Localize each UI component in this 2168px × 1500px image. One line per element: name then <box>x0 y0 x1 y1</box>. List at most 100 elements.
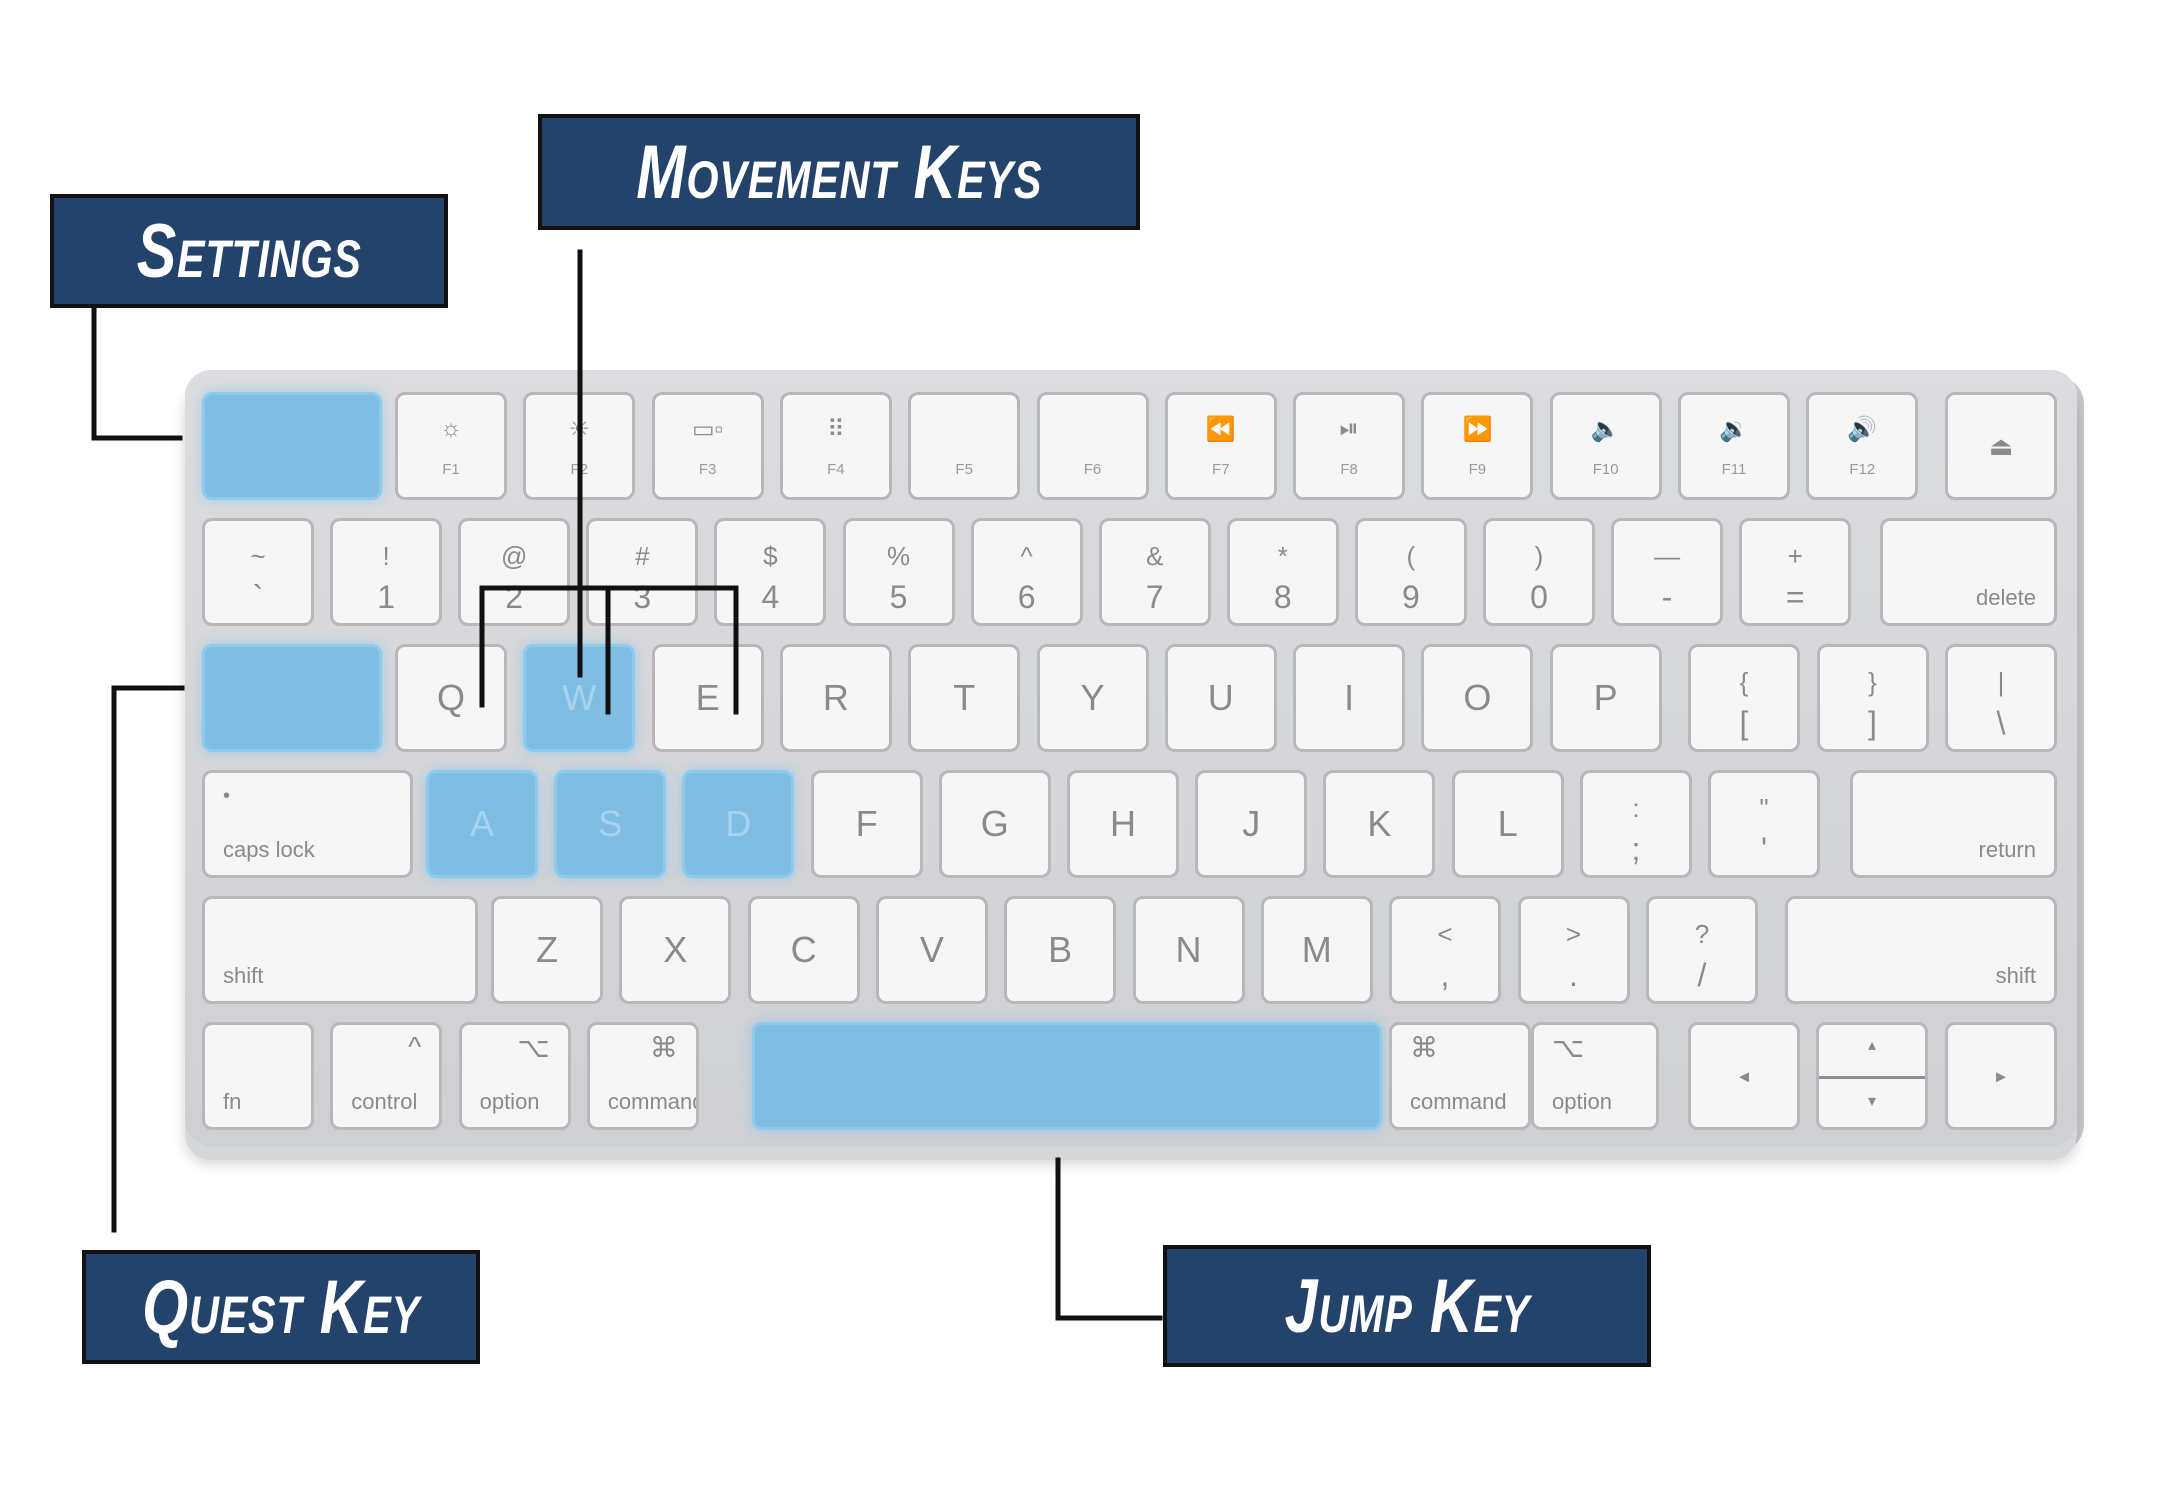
quote-key: " ' <box>1708 770 1820 878</box>
eject-icon: ⏏ <box>1988 431 2014 461</box>
function-key-f9: ⏩ F9 <box>1421 392 1534 500</box>
eject-key: ⏏ <box>1945 392 2057 500</box>
letter-key-v: V <box>875 896 988 1004</box>
command-symbol: ⌘ <box>649 1032 678 1063</box>
number-key-bottom-symbol: 0 <box>1530 579 1548 615</box>
number-key-top-symbol: ~ <box>250 541 266 571</box>
function-key-f1: ☼ F1 <box>395 392 507 500</box>
return-key-label: return <box>1978 837 2036 862</box>
function-key-f7: ⏪ F7 <box>1164 392 1277 500</box>
punct-key-bottom-symbol: ' <box>1760 831 1768 867</box>
period-key: >. <box>1517 896 1630 1004</box>
letter-key-label: Y <box>1080 677 1105 718</box>
number-key-5: % 5 <box>842 518 955 626</box>
command-label: command <box>607 1089 699 1114</box>
option-symbol: ⌥ <box>1552 1032 1585 1063</box>
letter-key-label: U <box>1207 677 1234 718</box>
function-key-label: F11 <box>1721 461 1747 478</box>
letter-key-q: Q <box>395 644 507 752</box>
letter-key-j: J <box>1195 770 1308 878</box>
arrow-left-key: ◂ <box>1688 1022 1800 1130</box>
bracket-key-1: {[ <box>1688 644 1800 752</box>
mute-icon: 🔈 <box>1590 416 1621 443</box>
option-key-left: ⌥ option <box>458 1022 571 1130</box>
shift-right-label: shift <box>1995 963 2036 988</box>
letter-key-z: Z <box>491 896 603 1004</box>
number-key-top-symbol: @ <box>500 541 528 571</box>
letter-key-label: J <box>1242 803 1261 844</box>
number-key-bottom-symbol: 3 <box>633 579 652 615</box>
letter-key-label: L <box>1497 803 1518 844</box>
letter-key-e: E <box>651 644 764 752</box>
function-key-f8: ⏯ F8 <box>1293 392 1406 500</box>
function-key-f4: ⠿ F4 <box>779 392 892 500</box>
letter-key-label: W <box>562 677 597 718</box>
delete-key: delete <box>1880 518 2057 626</box>
comma-key: <, <box>1389 896 1501 1004</box>
function-key-label: F8 <box>1340 461 1358 478</box>
punct-key-top-symbol: : <box>1632 793 1640 823</box>
number-key-top-symbol: $ <box>763 541 778 571</box>
command-key-right: ⌘ command <box>1389 1022 1531 1130</box>
letter-key-a: A <box>426 770 538 878</box>
function-key-f2: ☀ F2 <box>523 392 636 500</box>
function-key-label: F7 <box>1212 461 1230 478</box>
letter-key-label: B <box>1048 929 1073 970</box>
option-label: option <box>1552 1089 1612 1114</box>
punct-key-bottom-symbol: / <box>1697 957 1707 993</box>
arrow-right-key: ▸ <box>1945 1022 2057 1130</box>
tab-key <box>202 644 382 752</box>
arrow-down-icon: ▾ <box>1819 1076 1925 1127</box>
arrow-up-icon: ▴ <box>1867 1037 1877 1054</box>
letter-key-d: D <box>682 770 795 878</box>
delete-key-label: delete <box>1976 585 2036 610</box>
settings-leader-line <box>91 307 183 441</box>
letter-key-label: O <box>1463 677 1492 718</box>
arrow-up-down-key: ▴ ▾ <box>1816 1022 1928 1130</box>
function-key-f12: 🔊 F12 <box>1806 392 1919 500</box>
letter-key-label: F <box>855 803 878 844</box>
letter-key-i: I <box>1293 644 1406 752</box>
punct-key-bottom-symbol: ; <box>1631 831 1641 867</box>
number-key-8: * 8 <box>1226 518 1339 626</box>
function-key-label: F10 <box>1592 461 1619 478</box>
keyboard-controls-diagram: ☼ F1 ☀ F2 ▭▫ F3 ⠿ F4 F5 F6 ⏪ F7 ⏯ F8 ⏩ F9 🔈 F10 🔉 F11 🔊 F12 ⏏… <box>0 0 2168 1500</box>
jump-leader-line <box>1055 1157 1163 1321</box>
letter-key-label: C <box>790 929 817 970</box>
letter-key-f: F <box>810 770 923 878</box>
number-key-top-symbol: # <box>635 541 650 571</box>
bracket-key-2: }] <box>1816 644 1929 752</box>
punct-key-top-symbol: " <box>1759 793 1769 823</box>
number-key-top-symbol: + <box>1787 541 1803 571</box>
arrow-right-icon: ▸ <box>1995 1065 2007 1088</box>
letter-key-label: H <box>1110 803 1136 844</box>
number-key-1: ! 1 <box>330 518 443 626</box>
letter-key-y: Y <box>1036 644 1149 752</box>
letter-key-r: R <box>779 644 892 752</box>
number-key-bottom-symbol: 2 <box>505 579 524 615</box>
function-key-label: F1 <box>442 461 460 478</box>
function-key-f11: 🔉 F11 <box>1678 392 1790 500</box>
letter-key-label: I <box>1344 677 1355 718</box>
rewind-icon: ⏪ <box>1205 416 1236 443</box>
function-key-label: F5 <box>955 461 973 478</box>
letter-key-x: X <box>619 896 732 1004</box>
command-symbol: ⌘ <box>1410 1032 1438 1063</box>
letter-key-label: M <box>1301 929 1332 970</box>
function-key-label: F4 <box>827 461 845 478</box>
punct-key-bottom-symbol: . <box>1569 957 1578 993</box>
number-key-9: (9 <box>1354 518 1467 626</box>
fn-key-left: fn <box>202 1022 314 1130</box>
letter-key-u: U <box>1164 644 1277 752</box>
bracket-key-bottom-symbol: ] <box>1868 705 1877 741</box>
function-key-label: F3 <box>698 461 717 478</box>
letter-key-label: Q <box>436 677 465 718</box>
caps-lock-label: caps lock <box>223 837 315 862</box>
number-key-top-symbol: — <box>1654 541 1681 571</box>
arrow-left-icon: ◂ <box>1738 1065 1750 1088</box>
number-key-bottom-symbol: 6 <box>1017 579 1036 615</box>
number-key-top-symbol: * <box>1277 541 1288 571</box>
number-key-bottom-symbol: 9 <box>1401 579 1420 615</box>
letter-key-c: C <box>747 896 860 1004</box>
play-pause-icon: ⏯ <box>1339 415 1359 442</box>
